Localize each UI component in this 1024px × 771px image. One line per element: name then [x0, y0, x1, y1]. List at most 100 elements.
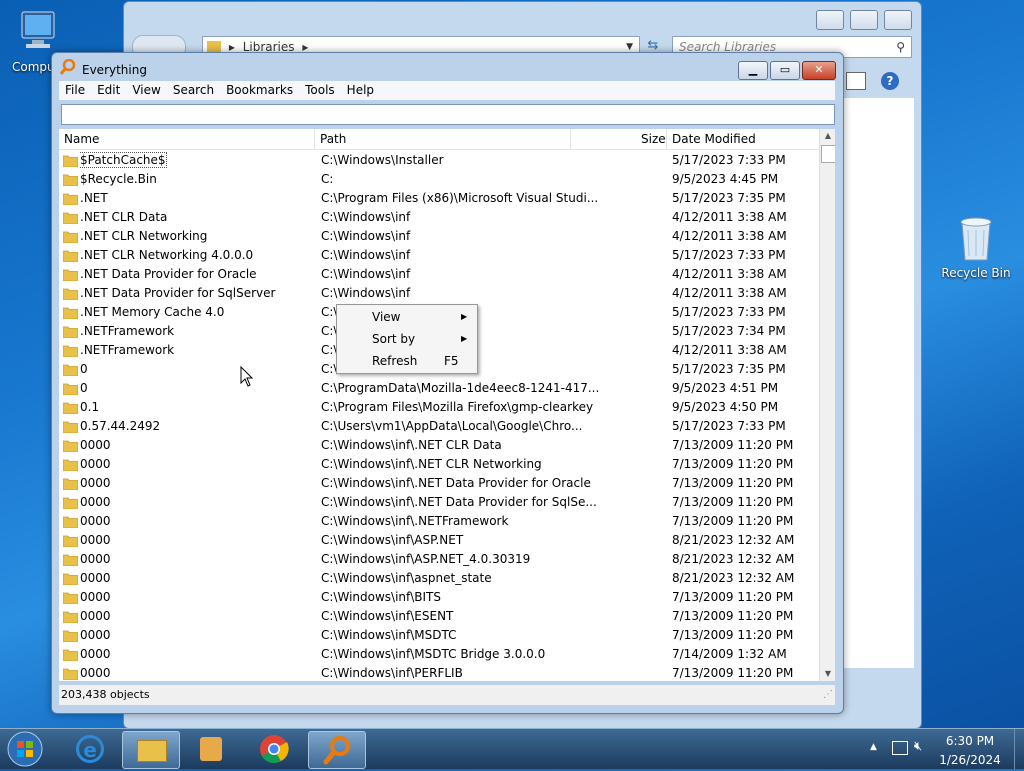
row-date-modified: 5/17/2023 7:33 PM [672, 419, 786, 433]
folder-icon [62, 458, 79, 472]
search-input[interactable] [61, 104, 835, 125]
everything-window[interactable]: Everything ▁ ▭ ✕ File Edit View Search Bookm… [51, 52, 844, 714]
row-name: 0000 [80, 607, 310, 626]
table-row[interactable]: .NET CLR Data C:\Windows\inf 4/12/2011 3:3… [59, 208, 819, 227]
table-row[interactable]: $PatchCache$ C:\Windows\Installer 5/17/202… [59, 151, 819, 170]
column-name[interactable]: Name [64, 132, 99, 146]
row-name-text: 0.57.44.2492 [80, 419, 161, 433]
chrome-icon [259, 734, 289, 767]
table-row[interactable]: .NET CLR Networking 4.0.0.0 C:\Windows\in… [59, 246, 819, 265]
view-toggle-icon[interactable] [846, 72, 866, 90]
maximize-button[interactable]: ▭ [770, 61, 800, 80]
table-row[interactable]: $Recycle.Bin C: 9/5/2023 4:45 PM [59, 170, 819, 189]
taskbar-media-player[interactable] [184, 731, 240, 767]
row-date-modified: 4/12/2011 3:38 AM [672, 286, 787, 300]
vertical-scrollbar[interactable]: ▲ ▼ [819, 129, 835, 681]
column-date-modified[interactable]: Date Modified [672, 132, 756, 146]
table-row[interactable]: 0000 C:\Windows\inf\.NETFramework 7/13/200… [59, 512, 819, 531]
table-row[interactable]: 0.57.44.2492 C:\Users\vm1\AppData\Local\G… [59, 417, 819, 436]
table-row[interactable]: 0000 C:\Windows\inf\.NET CLR Networking 7/… [59, 455, 819, 474]
table-row[interactable]: 0000 C:\Windows\inf\ASP.NET_4.0.30319 8/21… [59, 550, 819, 569]
table-row[interactable]: 0000 C:\Windows\inf\aspnet_state 8/21/2023… [59, 569, 819, 588]
row-date-modified: 7/13/2009 11:20 PM [672, 666, 794, 680]
show-desktop-button[interactable] [1014, 729, 1024, 769]
start-button[interactable] [6, 730, 46, 768]
menu-tools[interactable]: Tools [299, 81, 341, 100]
rows-container: $PatchCache$ C:\Windows\Installer 5/17/202… [59, 151, 819, 681]
locked-folder-icon [62, 173, 79, 187]
folder-icon [62, 648, 79, 662]
scroll-up-icon[interactable]: ▲ [820, 131, 835, 140]
help-icon[interactable]: ? [881, 72, 899, 90]
table-row[interactable]: 0000 C:\Windows\inf\.NET CLR Data 7/13/200… [59, 436, 819, 455]
table-row[interactable]: 0000 C:\Windows\inf\.NET Data Provider fo… [59, 493, 819, 512]
table-row[interactable]: 0.1 C:\Program Files\Mozilla Firefox\gmp-… [59, 398, 819, 417]
mouse-cursor-icon [240, 365, 254, 391]
menu-bar: File Edit View Search Bookmarks Tools Help [59, 81, 835, 100]
results-list[interactable]: Name Path Size Date Modified $PatchCache… [59, 129, 835, 681]
table-row[interactable]: 0000 C:\Windows\inf\ESENT 7/13/2009 11:20 … [59, 607, 819, 626]
row-path: C:\Windows\inf\BITS [321, 590, 441, 604]
row-date-modified: 7/13/2009 11:20 PM [672, 590, 794, 604]
minimize-button[interactable]: ▁ [738, 61, 768, 80]
table-row[interactable]: .NET Data Provider for SqlServer C:\Windo… [59, 284, 819, 303]
table-row[interactable]: .NET C:\Program Files (x86)\Microsoft Vis… [59, 189, 819, 208]
title-bar[interactable]: Everything ▁ ▭ ✕ [52, 53, 843, 83]
menu-file[interactable]: File [59, 81, 91, 100]
taskbar-clock[interactable]: 6:30 PM 1/26/2024 [920, 734, 1020, 768]
context-menu-sort-by[interactable]: Sort by ▶ [338, 329, 475, 349]
close-button[interactable]: ✕ [802, 61, 836, 80]
table-row[interactable]: 0000 C:\Windows\inf\ASP.NET 8/21/2023 12:3… [59, 531, 819, 550]
recycle-bin-icon [954, 214, 998, 262]
context-menu-refresh[interactable]: Refresh F5 [338, 351, 475, 371]
table-row[interactable]: 0000 C:\Windows\inf\MSDTC 7/13/2009 11:20 … [59, 626, 819, 645]
column-size[interactable]: Size [641, 132, 666, 146]
table-row[interactable]: 0000 C:\Windows\inf\BITS 7/13/2009 11:20 P… [59, 588, 819, 607]
table-row[interactable]: 0000 C:\Windows\inf\.NET Data Provider fo… [59, 474, 819, 493]
taskbar-everything[interactable] [308, 731, 366, 769]
table-row[interactable]: .NET Data Provider for Oracle C:\Windows\… [59, 265, 819, 284]
row-path: C:\Windows\Installer [321, 153, 444, 167]
row-name: 0000 [80, 626, 310, 645]
taskbar-internet-explorer[interactable]: e [62, 731, 118, 767]
taskbar-windows-explorer[interactable] [122, 731, 180, 769]
row-path: C:\Windows\inf\ASP.NET_4.0.30319 [321, 552, 531, 566]
menu-edit[interactable]: Edit [91, 81, 126, 100]
row-name-text: $PatchCache$ [80, 152, 167, 168]
taskbar-chrome[interactable] [246, 731, 302, 767]
row-name: .NET CLR Networking [80, 227, 310, 246]
scroll-down-icon[interactable]: ▼ [820, 669, 835, 678]
column-path[interactable]: Path [320, 132, 346, 146]
row-name: 0000 [80, 512, 310, 531]
column-divider[interactable] [570, 129, 571, 149]
column-divider[interactable] [666, 129, 667, 149]
column-divider[interactable] [314, 129, 315, 149]
explorer-content-pane [844, 98, 914, 668]
table-row[interactable]: 0000 C:\Windows\inf\MSDTC Bridge 3.0.0.0 7… [59, 645, 819, 664]
table-row[interactable]: .NET CLR Networking C:\Windows\inf 4/12/20… [59, 227, 819, 246]
window-title: Everything [82, 63, 147, 77]
menu-help[interactable]: Help [341, 81, 380, 100]
row-path: C:\Windows\inf\MSDTC [321, 628, 457, 642]
explorer-close-button[interactable] [884, 10, 912, 30]
table-row[interactable]: 0 C:\ProgramData\Mozilla-1de4eec8-1241-41… [59, 379, 819, 398]
status-bar: 203,438 objects ⋰ [59, 685, 835, 705]
table-row[interactable]: 0000 C:\Windows\inf\PERFLIB 7/13/2009 11:2… [59, 664, 819, 681]
context-menu-view[interactable]: View ▶ [338, 307, 475, 327]
network-icon[interactable] [892, 741, 908, 755]
row-date-modified: 7/14/2009 1:32 AM [672, 647, 787, 661]
scrollbar-thumb[interactable] [821, 145, 835, 163]
menu-search[interactable]: Search [167, 81, 220, 100]
explorer-maximize-button[interactable] [850, 10, 878, 30]
resize-grip-icon[interactable]: ⋰ [823, 685, 833, 705]
row-name: $PatchCache$ [80, 151, 310, 170]
desktop-icon-recycle-bin[interactable]: Recycle Bin [936, 214, 1016, 280]
row-name-text: .NETFramework [80, 324, 175, 338]
menu-bookmarks[interactable]: Bookmarks [220, 81, 299, 100]
row-name: .NETFramework [80, 322, 310, 341]
explorer-minimize-button[interactable] [816, 10, 844, 30]
row-date-modified: 7/13/2009 11:20 PM [672, 476, 794, 490]
tray-expand-icon[interactable]: ▲ [870, 742, 877, 752]
row-name: $Recycle.Bin [80, 170, 310, 189]
menu-view[interactable]: View [126, 81, 166, 100]
